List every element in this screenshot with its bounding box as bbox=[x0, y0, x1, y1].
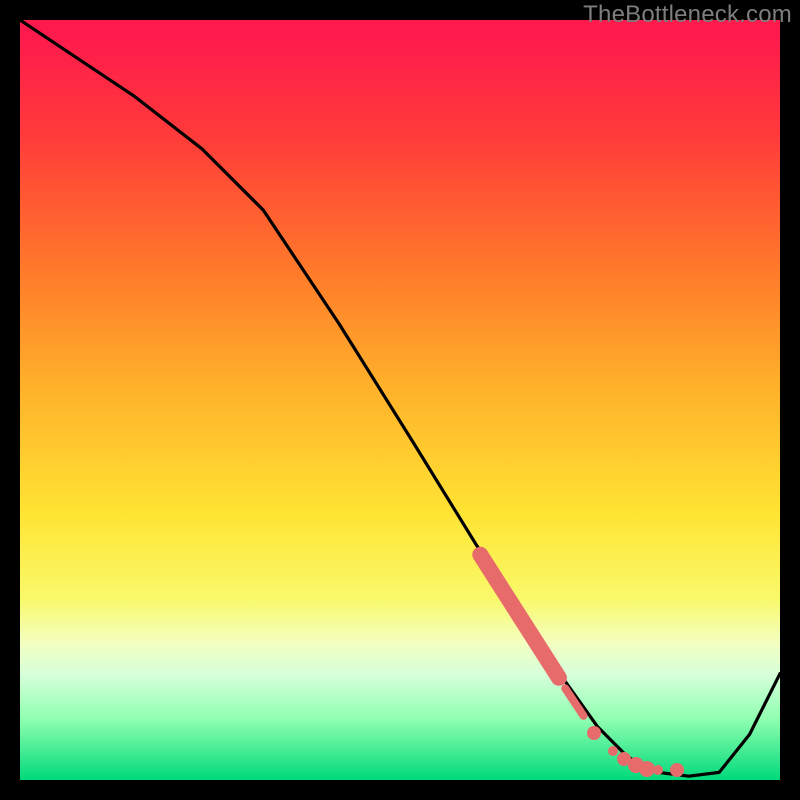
curve-path bbox=[20, 20, 780, 776]
chart-stage: TheBottleneck.com bbox=[0, 0, 800, 800]
brand-watermark: TheBottleneck.com bbox=[583, 1, 792, 29]
data-marker-1 bbox=[608, 746, 618, 756]
data-marker-5 bbox=[653, 765, 663, 775]
plot-area bbox=[20, 20, 780, 780]
data-marker-0 bbox=[587, 726, 601, 740]
data-marker-6 bbox=[670, 763, 684, 777]
bottleneck-curve bbox=[20, 20, 780, 780]
